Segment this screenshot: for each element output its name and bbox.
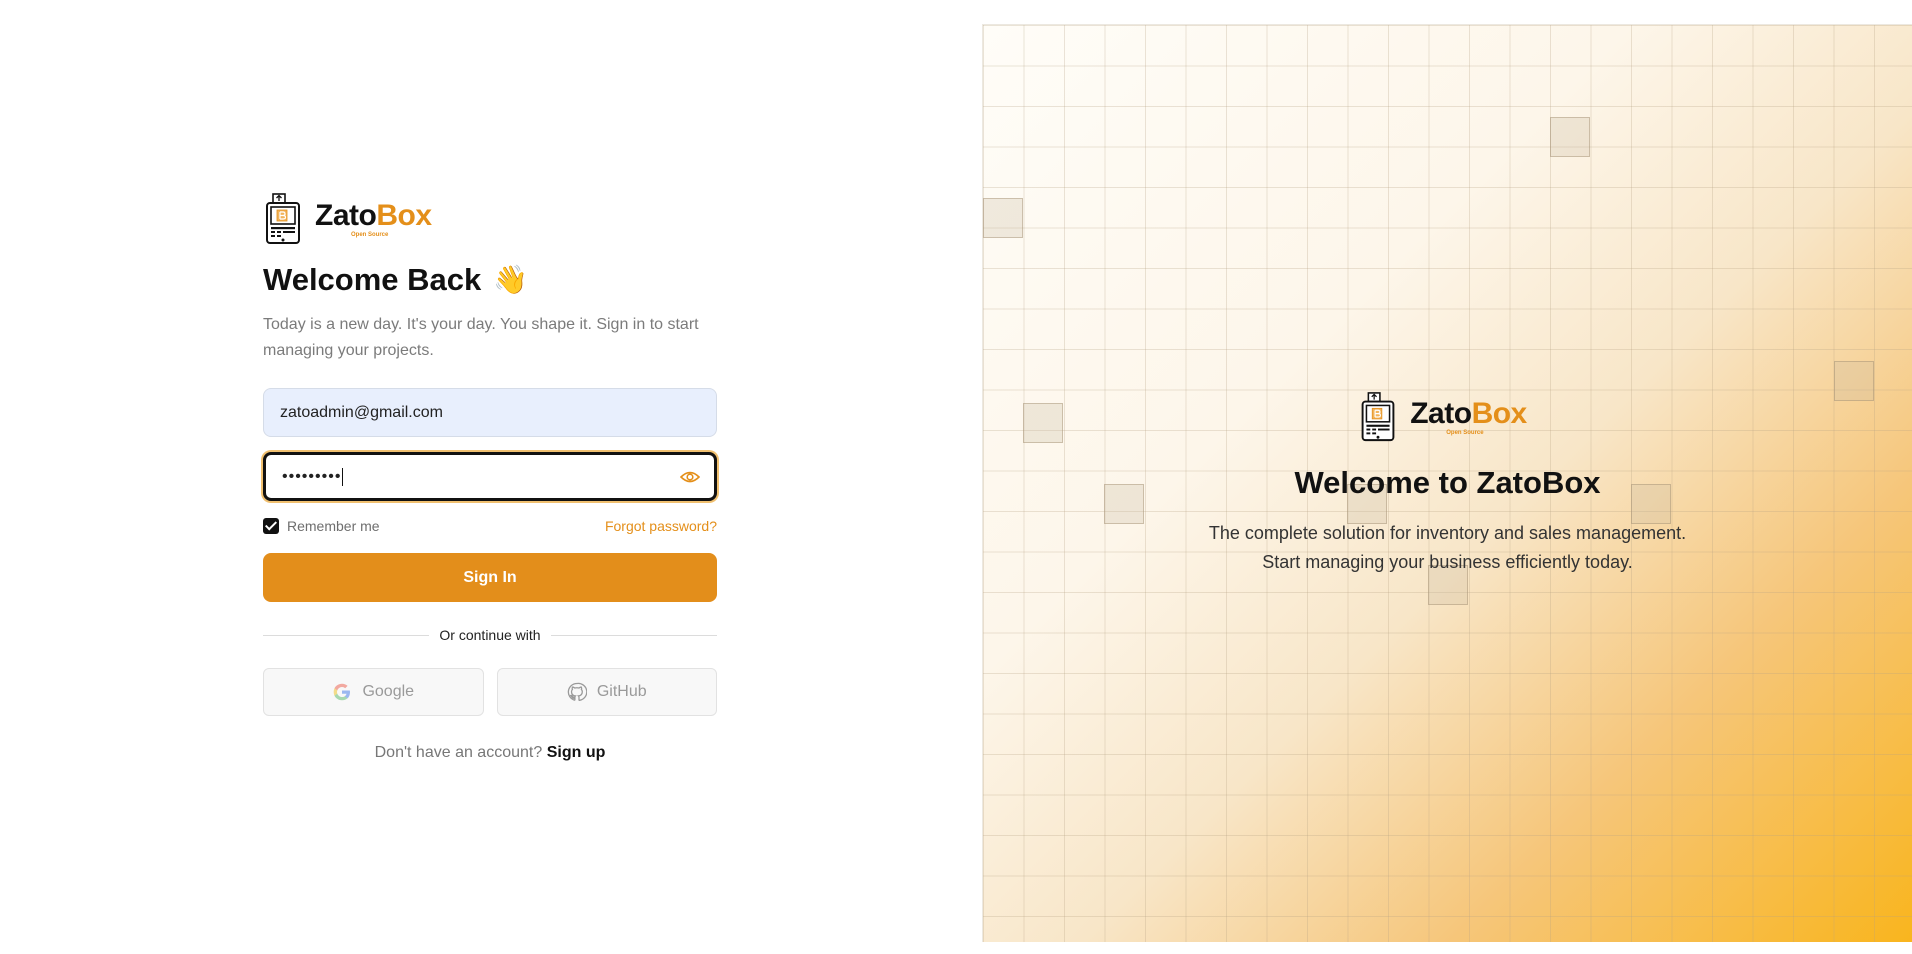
- wave-emoji-icon: 👋: [493, 264, 529, 295]
- page-title-text: Welcome Back: [263, 262, 482, 297]
- promo-content: ZatoBox Open Source Welcome to ZatoBox T…: [983, 391, 1912, 577]
- remember-me[interactable]: Remember me: [263, 518, 380, 534]
- cash-register-icon: [1361, 392, 1395, 442]
- grid-highlight-cell: [1550, 117, 1590, 157]
- github-button[interactable]: GitHub: [496, 668, 717, 716]
- promo-description: The complete solution for inventory and …: [1209, 519, 1686, 577]
- sign-in-button[interactable]: Sign In: [263, 553, 717, 602]
- page-subtitle: Today is a new day. It's your day. You s…: [263, 316, 699, 359]
- remember-checkbox[interactable]: [263, 518, 279, 534]
- login-form: ZatoBox Open Source Welcome Back 👋 Today…: [263, 192, 718, 762]
- remember-label: Remember me: [287, 518, 380, 534]
- sign-up-link[interactable]: Sign up: [547, 744, 606, 761]
- social-login: Google GitHub: [263, 668, 717, 716]
- signup-row: Don't have an account? Sign up: [263, 744, 717, 762]
- email-value: zatoadmin@gmail.com: [280, 403, 443, 421]
- promo-line-1: The complete solution for inventory and …: [1208, 523, 1687, 543]
- promo-line-2: Start managing your business efficiently…: [1262, 552, 1633, 572]
- grid-highlight-cell: [983, 198, 1023, 238]
- password-input[interactable]: •••••••••: [263, 452, 717, 501]
- github-icon: [567, 682, 587, 701]
- google-button[interactable]: Google: [263, 668, 484, 716]
- no-account-text: Don't have an account?: [374, 744, 543, 761]
- password-value: •••••••••: [282, 467, 342, 485]
- text-caret: [342, 467, 344, 486]
- page-title: Welcome Back 👋: [263, 260, 717, 300]
- promo-title: Welcome to ZatoBox: [1294, 465, 1601, 500]
- brand-tagline: Open Source: [351, 232, 389, 238]
- cash-register-icon: [266, 193, 300, 244]
- brand-name-part1: Zato: [315, 199, 377, 232]
- divider-line-left: [263, 634, 430, 636]
- brand-wordmark: ZatoBox Open Source: [315, 199, 432, 239]
- promo-brand-name-part1: Zato: [1410, 397, 1472, 430]
- login-page: ZatoBox Open Source Welcome Back 👋 Today…: [0, 0, 1912, 954]
- brand-name-part2: Box: [376, 199, 432, 232]
- promo-panel: ZatoBox Open Source Welcome to ZatoBox T…: [982, 24, 1912, 942]
- google-icon: [334, 683, 351, 701]
- promo-brand-name-part2: Box: [1471, 397, 1528, 430]
- email-input[interactable]: zatoadmin@gmail.com: [263, 388, 717, 437]
- github-label: GitHub: [596, 683, 647, 700]
- forgot-password-link[interactable]: Forgot password?: [605, 518, 717, 534]
- brand-logo: ZatoBox Open Source: [263, 192, 717, 246]
- or-divider: Or continue with: [263, 627, 718, 643]
- promo-brand-wordmark: ZatoBox Open Source: [1410, 397, 1527, 437]
- promo-brand-logo: ZatoBox Open Source: [1358, 391, 1527, 443]
- eye-icon[interactable]: [680, 470, 700, 484]
- google-label: Google: [362, 683, 415, 700]
- divider-label: Or continue with: [439, 627, 541, 643]
- divider-line-right: [550, 634, 718, 636]
- remember-row: Remember me Forgot password?: [263, 517, 717, 535]
- promo-brand-tagline: Open Source: [1446, 430, 1484, 436]
